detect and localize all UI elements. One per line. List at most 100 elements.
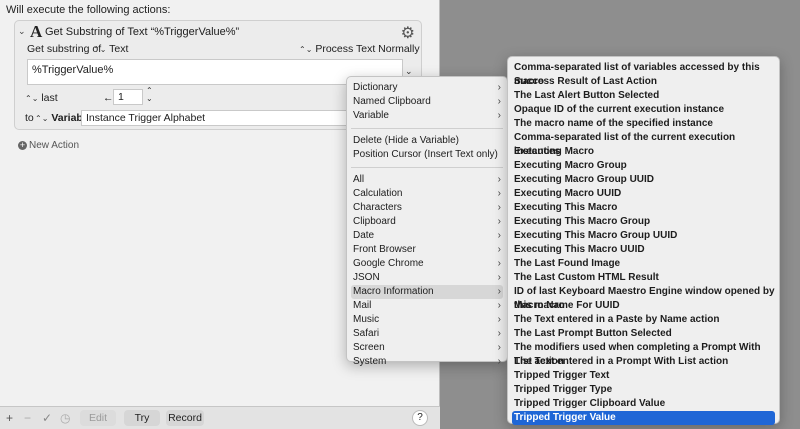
- submenu-item-comma-separated-list-of-the-current-execution-instances[interactable]: Comma-separated list of the current exec…: [512, 131, 775, 157]
- menu-item-label: System: [353, 356, 387, 367]
- remove-icon[interactable]: −: [24, 411, 31, 425]
- menu-item-all[interactable]: All ›: [351, 173, 503, 187]
- chevron-right-icon: ›: [497, 174, 501, 185]
- menu-item-calculation[interactable]: Calculation ›: [351, 187, 503, 201]
- menu-item-clipboard[interactable]: Clipboard ›: [351, 215, 503, 229]
- submenu-item-macro-name-for-uuid[interactable]: Macro Name For UUID: [512, 299, 775, 313]
- submenu-item-the-text-entered-in-a-paste-by-name-action[interactable]: The Text entered in a Paste by Name acti…: [512, 313, 775, 327]
- actions-header: Will execute the following actions:: [6, 4, 171, 16]
- submenu-item-tripped-trigger-clipboard-value[interactable]: Tripped Trigger Clipboard Value: [512, 397, 775, 411]
- menu-item-mail[interactable]: Mail ›: [351, 299, 503, 313]
- checkmark-icon[interactable]: ✓: [42, 411, 52, 425]
- submenu-item-the-last-alert-button-selected[interactable]: The Last Alert Button Selected: [512, 89, 775, 103]
- chevron-right-icon: ›: [497, 314, 501, 325]
- chevron-right-icon: ›: [497, 82, 501, 93]
- submenu-item-tripped-trigger-value[interactable]: Tripped Trigger Value: [512, 411, 775, 425]
- menu-item-system[interactable]: System ›: [351, 355, 503, 369]
- chevron-right-icon: ›: [497, 230, 501, 241]
- menu-item-label: All: [353, 174, 365, 185]
- add-icon[interactable]: +: [6, 411, 13, 425]
- menu-item-label: Google Chrome: [353, 258, 424, 269]
- source-select[interactable]: ⌃⌄ Text: [93, 43, 128, 55]
- menu-item-safari[interactable]: Safari ›: [351, 327, 503, 341]
- menu-item-label: Clipboard: [353, 216, 396, 227]
- submenu-item-opaque-id-of-the-current-execution-instance[interactable]: Opaque ID of the current execution insta…: [512, 103, 775, 117]
- menu-item-google-chrome[interactable]: Google Chrome ›: [351, 257, 503, 271]
- menu-item-label: Music: [353, 314, 380, 325]
- menu-item-label: Screen: [353, 342, 385, 353]
- try-button[interactable]: Try: [124, 410, 160, 426]
- submenu-item-the-last-prompt-button-selected[interactable]: The Last Prompt Button Selected: [512, 327, 775, 341]
- menu-item-named-clipboard[interactable]: Named Clipboard ›: [351, 95, 503, 109]
- menu-item-variable[interactable]: Variable ›: [351, 109, 503, 123]
- left-arrow-icon: ←: [103, 92, 114, 104]
- updown-icon: ⌃⌄: [35, 114, 49, 123]
- stepper-arrows-icon[interactable]: ⌃ ⌄: [146, 87, 153, 103]
- position-select[interactable]: ⌃⌄ last: [25, 92, 58, 104]
- menu-item-label: Named Clipboard: [353, 96, 431, 107]
- chevron-right-icon: ›: [497, 258, 501, 269]
- get-substring-label: Get substring of: [27, 43, 102, 55]
- menu-item-music[interactable]: Music ›: [351, 313, 503, 327]
- updown-icon: ⌃⌄: [299, 45, 313, 54]
- process-text-select[interactable]: ⌃⌄ Process Text Normally: [299, 43, 420, 55]
- submenu-item-executing-this-macro[interactable]: Executing This Macro: [512, 201, 775, 215]
- submenu-item-executing-macro[interactable]: Executing Macro: [512, 145, 775, 159]
- chevron-right-icon: ›: [497, 188, 501, 199]
- menu-item-screen[interactable]: Screen ›: [351, 341, 503, 355]
- gear-icon[interactable]: ⚙: [401, 23, 415, 43]
- chevron-right-icon: ›: [497, 272, 501, 283]
- menu-item-dictionary[interactable]: Dictionary ›: [351, 81, 503, 95]
- disclosure-chevron-icon[interactable]: ⌄: [18, 26, 26, 37]
- chevron-right-icon: ›: [497, 96, 501, 107]
- menu-item-label: Date: [353, 230, 375, 241]
- edit-button[interactable]: Edit: [80, 410, 116, 426]
- action-title[interactable]: Get Substring of Text “%TriggerValue%”: [45, 26, 239, 38]
- chevron-right-icon: ›: [497, 110, 501, 121]
- menu-item-delete-hide-a-variable[interactable]: Delete (Hide a Variable): [351, 134, 503, 148]
- submenu-item-executing-macro-group[interactable]: Executing Macro Group: [512, 159, 775, 173]
- submenu-item-executing-macro-uuid[interactable]: Executing Macro UUID: [512, 187, 775, 201]
- menu-item-macro-information[interactable]: Macro Information ›: [351, 285, 503, 299]
- menu-item-position-cursor-insert-text-only[interactable]: Position Cursor (Insert Text only): [351, 148, 503, 162]
- submenu-item-id-of-last-keyboard-maestro-engine-window-opened-by-this-macro[interactable]: ID of last Keyboard Maestro Engine windo…: [512, 285, 775, 311]
- menu-item-date[interactable]: Date ›: [351, 229, 503, 243]
- chevron-right-icon: ›: [497, 300, 501, 311]
- menu-item-label: Variable: [353, 110, 389, 121]
- menu-item-label: Macro Information: [353, 286, 434, 297]
- submenu-item-comma-separated-list-of-variables-accessed-by-this-macro[interactable]: Comma-separated list of variables access…: [512, 61, 775, 87]
- menu-item-front-browser[interactable]: Front Browser ›: [351, 243, 503, 257]
- clock-icon[interactable]: ◷: [60, 411, 70, 425]
- menu-item-characters[interactable]: Characters ›: [351, 201, 503, 215]
- bottom-toolbar: + − ✓ ◷ Edit Try Record ?: [0, 406, 440, 429]
- chevron-right-icon: ›: [497, 216, 501, 227]
- updown-icon: ⌃⌄: [93, 45, 107, 54]
- menu-item-label: Delete (Hide a Variable): [353, 135, 459, 146]
- menu-item-label: JSON: [353, 272, 380, 283]
- menu-item-json[interactable]: JSON ›: [351, 271, 503, 285]
- menu-item-label: Position Cursor (Insert Text only): [353, 149, 498, 160]
- insert-token-menu: Dictionary › Named Clipboard › Variable › Dele…: [346, 76, 508, 367]
- submenu-item-tripped-trigger-text[interactable]: Tripped Trigger Text: [512, 369, 775, 383]
- count-field[interactable]: 1: [113, 89, 143, 105]
- menu-item-label: Characters: [353, 202, 402, 213]
- submenu-item-the-modifiers-used-when-completing-a-prompt-with-list-action[interactable]: The modifiers used when completing a Pro…: [512, 341, 775, 367]
- submenu-item-tripped-trigger-type[interactable]: Tripped Trigger Type: [512, 383, 775, 397]
- record-button[interactable]: Record: [166, 410, 204, 426]
- submenu-item-the-last-custom-html-result[interactable]: The Last Custom HTML Result: [512, 271, 775, 285]
- updown-icon: ⌃⌄: [25, 94, 39, 103]
- new-action-button[interactable]: + New Action: [18, 140, 79, 151]
- submenu-item-executing-macro-group-uuid[interactable]: Executing Macro Group UUID: [512, 173, 775, 187]
- submenu-item-success-result-of-last-action[interactable]: Success Result of Last Action: [512, 75, 775, 89]
- menu-item-label: Front Browser: [353, 244, 416, 255]
- chevron-right-icon: ›: [497, 244, 501, 255]
- submenu-item-executing-this-macro-uuid[interactable]: Executing This Macro UUID: [512, 243, 775, 257]
- submenu-item-the-macro-name-of-the-specified-instance[interactable]: The macro name of the specified instance: [512, 117, 775, 131]
- submenu-item-executing-this-macro-group-uuid[interactable]: Executing This Macro Group UUID: [512, 229, 775, 243]
- help-button[interactable]: ?: [412, 410, 428, 426]
- menu-separator: [351, 128, 503, 129]
- submenu-item-the-last-found-image[interactable]: The Last Found Image: [512, 257, 775, 271]
- submenu-item-executing-this-macro-group[interactable]: Executing This Macro Group: [512, 215, 775, 229]
- plus-icon: +: [18, 140, 27, 150]
- submenu-item-the-text-entered-in-a-prompt-with-list-action[interactable]: The Text entered in a Prompt With List a…: [512, 355, 775, 369]
